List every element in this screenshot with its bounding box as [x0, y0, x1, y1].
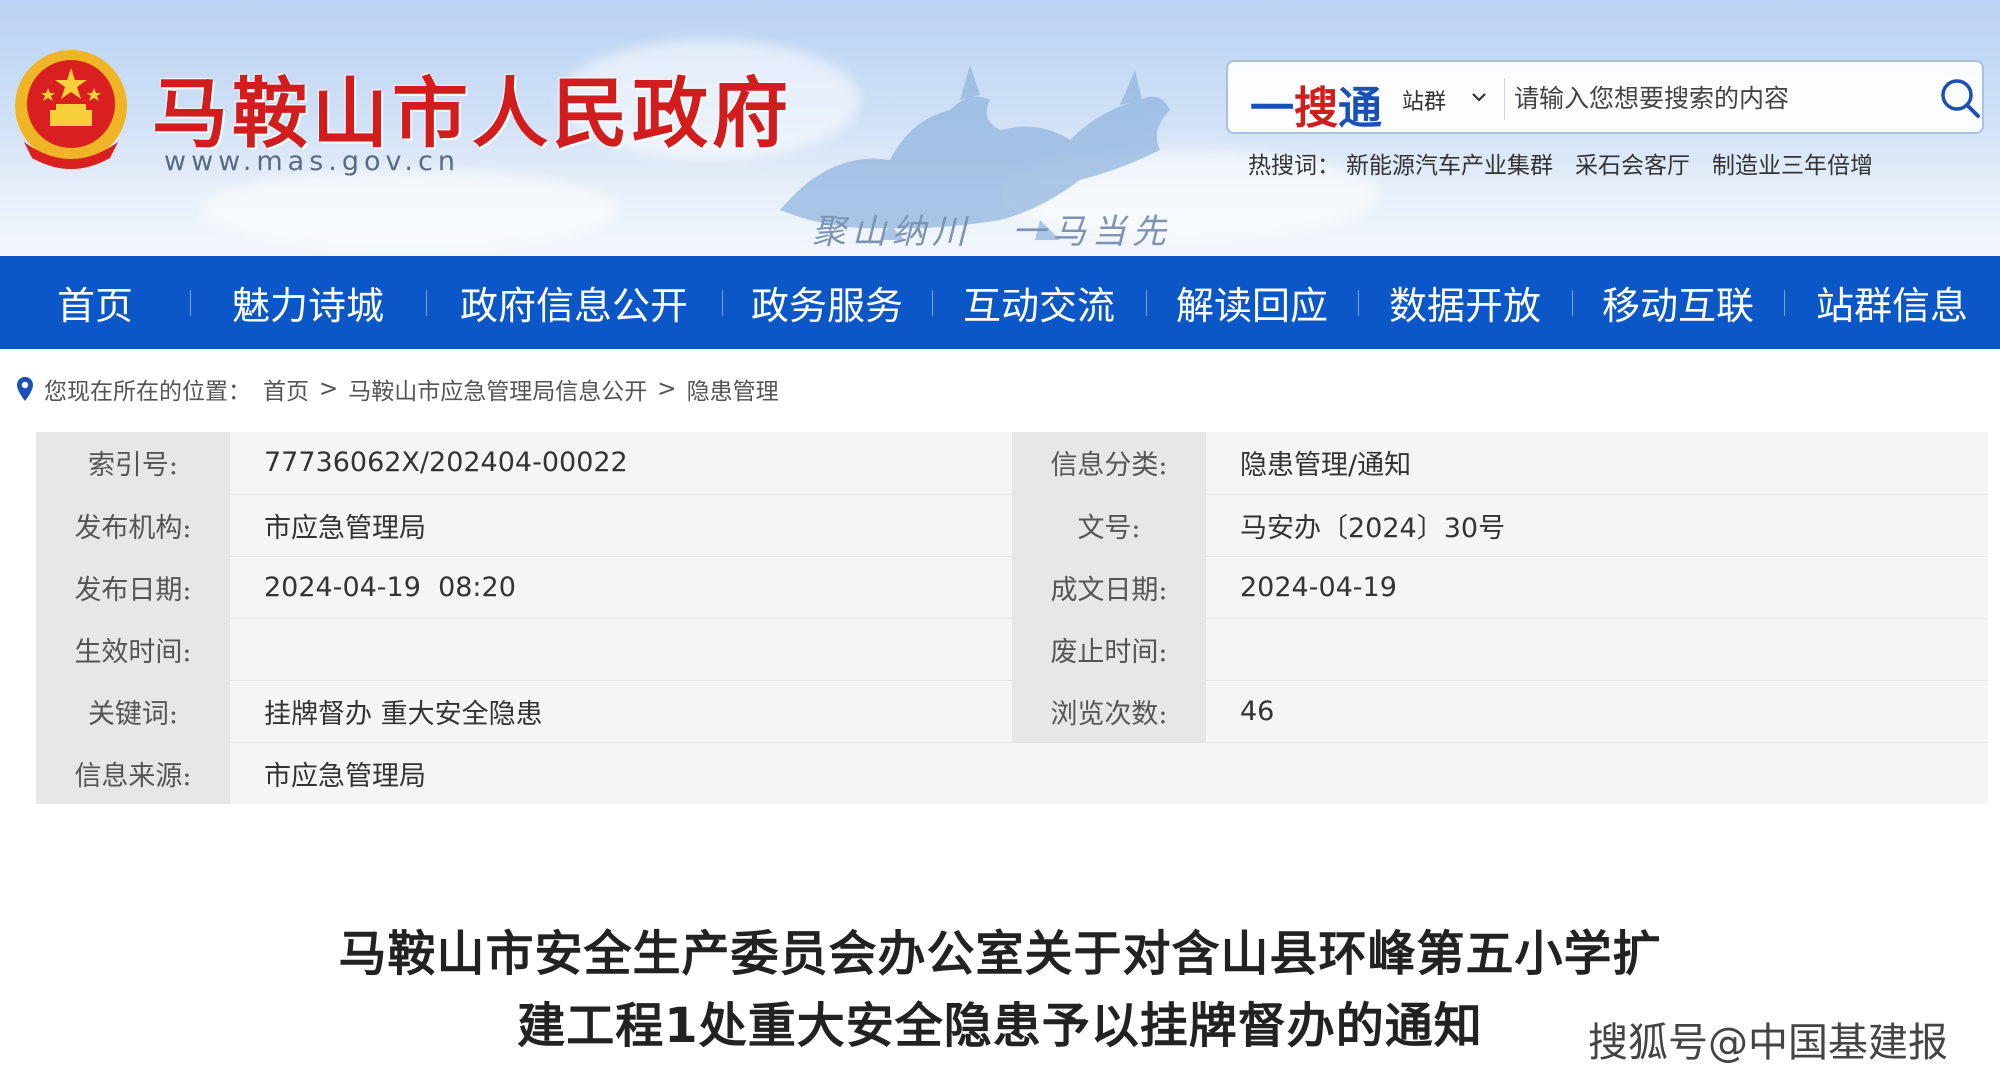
- search-scope-select[interactable]: 站群: [1402, 84, 1446, 116]
- table-row: 发布日期: 2024-04-19 08:20 成文日期: 2024-04-19: [36, 556, 1988, 619]
- info-label: 浏览次数:: [1012, 680, 1206, 743]
- info-label: 成文日期:: [1012, 556, 1206, 619]
- nav-item-interaction[interactable]: 互动交流: [932, 256, 1146, 349]
- info-label: 信息分类:: [1012, 432, 1206, 495]
- breadcrumb-item-bureau[interactable]: 马鞍山市应急管理局信息公开: [348, 372, 647, 406]
- info-value-expire: [1206, 618, 1988, 681]
- hot-search-words: 热搜词： 新能源汽车产业集群 采石会客厅 制造业三年倍增: [1248, 146, 1895, 180]
- info-label: 发布日期:: [36, 556, 230, 619]
- table-row: 发布机构: 市应急管理局 文号: 马安办〔2024〕30号: [36, 494, 1988, 557]
- info-label: 发布机构:: [36, 494, 230, 557]
- breadcrumb: 您现在所在的位置： 首页 > 马鞍山市应急管理局信息公开 > 隐患管理: [16, 372, 779, 406]
- search-brand-logo: 一搜通: [1250, 72, 1382, 136]
- document-info-table: 索引号: 77736062X/202404-00022 信息分类: 隐患管理/通…: [36, 432, 1988, 804]
- hot-search-word[interactable]: 采石会客厅: [1575, 153, 1690, 179]
- article-title: 马鞍山市安全生产委员会办公室关于对含山县环峰第五小学扩 建工程1处重大安全隐患予…: [300, 918, 1700, 1062]
- table-row: 信息来源: 市应急管理局: [36, 742, 1988, 804]
- info-label: 关键词:: [36, 680, 230, 743]
- info-label: 索引号:: [36, 432, 230, 495]
- table-row: 生效时间: 废止时间:: [36, 618, 1988, 681]
- nav-item-services[interactable]: 政务服务: [722, 256, 932, 349]
- table-row: 索引号: 77736062X/202404-00022 信息分类: 隐患管理/通…: [36, 432, 1988, 495]
- search-box: 一搜通 站群: [1226, 60, 1984, 134]
- nav-item-site-group[interactable]: 站群信息: [1784, 256, 2000, 349]
- search-input[interactable]: [1514, 74, 1894, 122]
- search-divider: [1504, 78, 1505, 120]
- table-row: 关键词: 挂牌督办 重大安全隐患 浏览次数: 46: [36, 680, 1988, 743]
- search-brand-char: 搜: [1294, 83, 1338, 134]
- article-title-line: 马鞍山市安全生产委员会办公室关于对含山县环峰第五小学扩: [338, 926, 1662, 982]
- info-value-doc-date: 2024-04-19: [1206, 556, 1988, 619]
- header-cloud: [200, 170, 620, 250]
- search-icon[interactable]: [1938, 76, 1982, 120]
- info-value-source: 市应急管理局: [230, 742, 1988, 804]
- nav-item-charm-city[interactable]: 魅力诗城: [190, 256, 426, 349]
- info-value-index: 77736062X/202404-00022: [230, 432, 1012, 495]
- info-label: 信息来源:: [36, 742, 230, 804]
- breadcrumb-label: 您现在所在的位置：: [44, 379, 251, 405]
- chevron-down-icon[interactable]: [1468, 86, 1490, 108]
- main-nav: 首页 魅力诗城 政府信息公开 政务服务 互动交流 解读回应 数据开放 移动互联 …: [0, 256, 2000, 349]
- hot-search-label: 热搜词：: [1248, 153, 1340, 179]
- info-value-doc-no: 马安办〔2024〕30号: [1206, 494, 1988, 557]
- source-watermark: 搜狐号@中国基建报: [1588, 1020, 1948, 1066]
- search-brand-char: 一: [1250, 83, 1294, 134]
- nav-item-home[interactable]: 首页: [0, 256, 190, 349]
- info-value-views: 46: [1206, 680, 1988, 743]
- info-label: 文号:: [1012, 494, 1206, 557]
- location-pin-icon: [17, 377, 33, 401]
- site-url: www.mas.gov.cn: [164, 146, 460, 177]
- info-value-publisher: 市应急管理局: [230, 494, 1012, 557]
- info-label: 废止时间:: [1012, 618, 1206, 681]
- national-emblem-icon[interactable]: [10, 46, 132, 174]
- info-value-keywords: 挂牌督办 重大安全隐患: [230, 680, 1012, 743]
- nav-item-interpretation[interactable]: 解读回应: [1146, 256, 1358, 349]
- hot-search-word[interactable]: 新能源汽车产业集群: [1346, 153, 1553, 179]
- hot-search-word[interactable]: 制造业三年倍增: [1712, 153, 1873, 179]
- article-title-line: 建工程1处重大安全隐患予以挂牌督办的通知: [517, 998, 1483, 1054]
- site-slogan: 聚山纳川 一马当先: [812, 212, 1172, 252]
- breadcrumb-separator: >: [319, 376, 339, 402]
- info-value-category: 隐患管理/通知: [1206, 432, 1988, 495]
- site-header: 马鞍山市人民政府 www.mas.gov.cn 聚山纳川 一马当先 一搜通 站群…: [0, 0, 2000, 256]
- nav-item-open-data[interactable]: 数据开放: [1358, 256, 1572, 349]
- info-value-pub-date: 2024-04-19 08:20: [230, 556, 1012, 619]
- breadcrumb-item-home[interactable]: 首页: [263, 372, 309, 406]
- info-value-effective: [230, 618, 1012, 681]
- nav-item-mobile[interactable]: 移动互联: [1572, 256, 1784, 349]
- nav-item-gov-info[interactable]: 政府信息公开: [426, 256, 722, 349]
- info-label: 生效时间:: [36, 618, 230, 681]
- search-brand-char: 通: [1338, 83, 1382, 134]
- breadcrumb-separator: >: [657, 376, 677, 402]
- breadcrumb-item-current[interactable]: 隐患管理: [687, 372, 779, 406]
